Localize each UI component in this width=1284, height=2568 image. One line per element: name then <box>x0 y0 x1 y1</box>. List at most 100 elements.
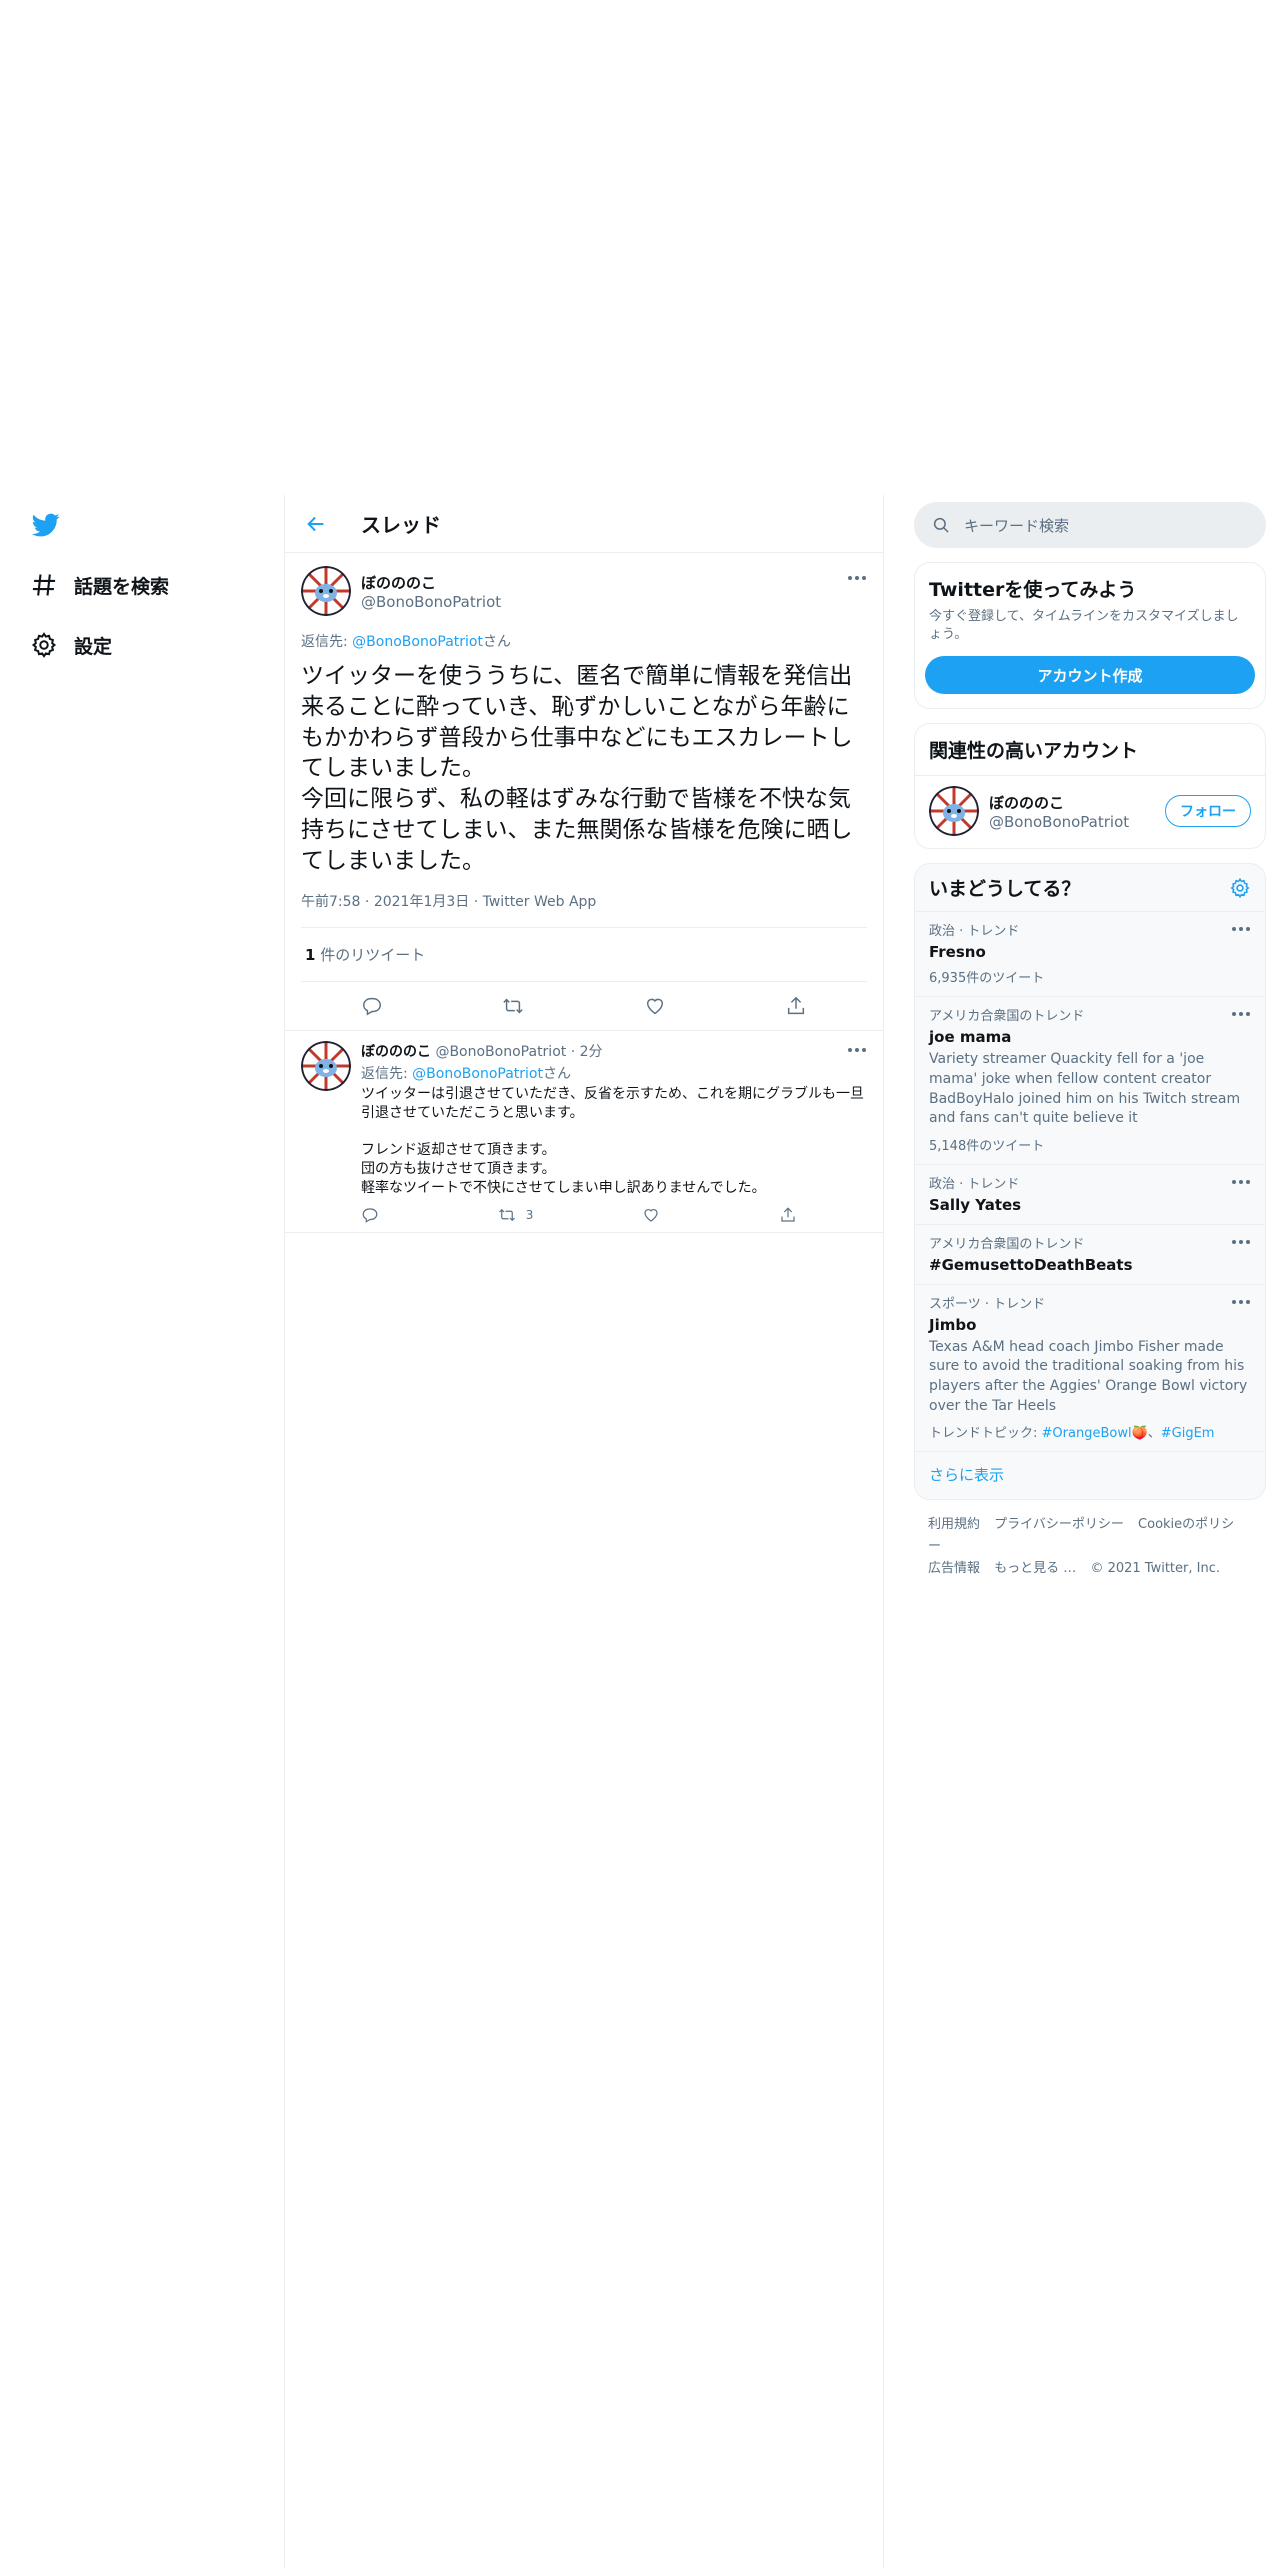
twitter-logo-icon[interactable] <box>30 511 62 539</box>
page-title: スレッド <box>361 513 441 537</box>
footer-links: 利用規約 プライバシーポリシー Cookieのポリシー 広告情報 もっと見る …… <box>914 1500 1266 1580</box>
signup-card: Twitterを使ってみよう 今すぐ登録して、タイムラインをカスタマイズしましょ… <box>914 562 1266 710</box>
retweet-count-row[interactable]: 1 件のリツイート <box>301 928 867 982</box>
footer-link[interactable]: 利用規約 <box>928 1517 980 1532</box>
topic-link[interactable]: #OrangeBowl <box>1042 1426 1132 1441</box>
trend-context: 政治 · トレンド <box>929 924 1020 940</box>
reply-suffix: さん <box>482 634 511 650</box>
like-icon <box>644 1209 658 1222</box>
tweet-meta: 午前7:58 · 2021年1月3日 · Twitter Web App <box>301 891 867 928</box>
trend-name: Jimbo <box>929 1315 977 1334</box>
tweet-time[interactable]: 2分 <box>580 1044 603 1060</box>
more-options-icon[interactable] <box>1231 1179 1251 1185</box>
display-name[interactable]: ぼのののこ <box>361 572 501 593</box>
main-tweet: ぼのののこ @BonoBonoPatriot 返信先: @BonoBonoPat… <box>285 553 883 1031</box>
retweet-count: 1 <box>305 945 316 964</box>
footer-link[interactable]: プライバシーポリシー <box>994 1517 1124 1532</box>
display-name: ぼのののこ <box>989 793 1065 812</box>
nav-item-label: 設定 <box>74 635 113 658</box>
account-row[interactable]: ぼのののこ @BonoBonoPatriot フォロー <box>915 775 1265 848</box>
share-icon[interactable] <box>785 995 807 1017</box>
tweet-time[interactable]: 午前7:58 <box>301 894 360 910</box>
related-title: 関連性の高いアカウント <box>929 740 1139 763</box>
copyright: © 2021 Twitter, Inc. <box>1090 1561 1220 1577</box>
topic-link[interactable]: #GigEm <box>1161 1426 1215 1441</box>
gear-icon[interactable] <box>1229 877 1251 899</box>
footer-link[interactable]: もっと見る … <box>994 1561 1076 1576</box>
peach-emoji-icon: 🍑 <box>1131 1426 1148 1442</box>
trend-item[interactable]: スポーツ · トレンド Jimbo Texas A&M head coach J… <box>915 1285 1265 1453</box>
more-options-icon[interactable] <box>1231 1299 1251 1305</box>
search-input[interactable]: キーワード検索 <box>914 502 1266 548</box>
more-options-icon[interactable] <box>1231 1011 1251 1017</box>
trend-context: アメリカ合衆国のトレンド <box>929 1009 1085 1025</box>
tweet-text: ツイッターは引退させていただき、反省を示すため、これを期にグラブルも一旦引退させ… <box>361 1085 865 1197</box>
show-more-link[interactable]: さらに表示 <box>915 1452 1265 1499</box>
topics-label: トレンドトピック: <box>929 1426 1042 1442</box>
more-options-icon[interactable] <box>847 1047 867 1053</box>
nav-item-settings[interactable]: 設定 <box>30 625 112 665</box>
trend-description: Texas A&M head coach Jimbo Fisher made s… <box>929 1338 1248 1414</box>
trend-context: アメリカ合衆国のトレンド <box>929 1236 1085 1252</box>
trend-name: Sally Yates <box>929 1195 1022 1214</box>
avatar[interactable] <box>301 1040 351 1091</box>
reply-context: 返信先: @BonoBonoPatriotさん <box>301 631 867 651</box>
like-button[interactable] <box>642 1206 670 1224</box>
hashtag-icon <box>32 574 56 596</box>
trend-name: #GemusettoDeathBeats <box>929 1255 1133 1274</box>
reply-prefix: 返信先: <box>301 634 353 650</box>
tweet-date[interactable]: 2021年1月3日 <box>374 894 469 910</box>
trend-item[interactable]: アメリカ合衆国のトレンド joe mama Variety streamer Q… <box>915 997 1265 1165</box>
reply-icon <box>362 1208 378 1223</box>
more-options-icon[interactable] <box>1231 1239 1251 1245</box>
user-handle: @BonoBonoPatriot <box>989 812 1130 831</box>
avatar[interactable] <box>929 786 979 837</box>
footer-link[interactable]: 広告情報 <box>928 1561 980 1576</box>
retweet-count-label: 件のリツイート <box>315 945 426 964</box>
trend-topics: トレンドトピック: #OrangeBowl🍑、#GigEm <box>929 1422 1251 1441</box>
more-options-icon[interactable] <box>847 575 867 581</box>
trend-count: 6,935件のツイート <box>929 971 1045 987</box>
follow-button[interactable]: フォロー <box>1165 795 1251 828</box>
user-handle[interactable]: @BonoBonoPatriot <box>435 1044 566 1060</box>
display-name[interactable]: ぼのののこ <box>361 1044 431 1060</box>
trend-item[interactable]: 政治 · トレンド Fresno 6,935件のツイート <box>915 912 1265 998</box>
trend-context: 政治 · トレンド <box>929 1176 1020 1192</box>
more-options-icon[interactable] <box>1231 926 1251 932</box>
trend-item[interactable]: 政治 · トレンド Sally Yates <box>915 1165 1265 1225</box>
create-account-button[interactable]: アカウント作成 <box>925 656 1255 695</box>
nav-item-label: 話題を検索 <box>74 575 170 598</box>
back-arrow-icon[interactable] <box>305 513 327 535</box>
gear-icon <box>31 632 57 658</box>
reply-icon[interactable] <box>361 995 383 1017</box>
whats-happening-card: いまどうしてる？ 政治 · トレンド Fresno 6,935件のツイート アメ… <box>914 863 1266 1501</box>
share-icon <box>781 1207 795 1222</box>
nav-item-explore[interactable]: 話題を検索 <box>30 565 169 605</box>
reply-tweet[interactable]: ぼのののこ @BonoBonoPatriot · 2分 返信先: @BonoBo… <box>285 1031 883 1234</box>
reply-context: 返信先: @BonoBonoPatriotさん <box>361 1063 867 1083</box>
retweet-icon[interactable] <box>502 995 524 1017</box>
signup-title: Twitterを使ってみよう <box>929 579 1137 601</box>
trend-context: スポーツ · トレンド <box>929 1296 1046 1312</box>
retweet-count: 3 <box>525 1208 534 1223</box>
reply-button[interactable] <box>361 1206 389 1224</box>
reply-to-link[interactable]: @BonoBonoPatriot <box>352 634 483 650</box>
retweet-icon <box>498 1208 515 1222</box>
like-icon[interactable] <box>644 995 666 1017</box>
signup-text: 今すぐ登録して、タイムラインをカスタマイズしましょう。 <box>929 609 1239 643</box>
reply-header: ぼのののこ @BonoBonoPatriot · 2分 <box>361 1043 603 1060</box>
tweet-actions: 3 <box>361 1206 867 1224</box>
avatar[interactable] <box>301 566 351 616</box>
tweet-text: ツイッターを使ううちに、匿名で簡単に情報を発信出来ることに酔っていき、恥ずかしい… <box>301 663 853 874</box>
thread-header: スレッド <box>285 495 883 553</box>
tweet-source[interactable]: Twitter Web App <box>483 894 597 910</box>
share-button[interactable] <box>779 1206 807 1224</box>
trend-description: Variety streamer Quackity fell for a 'jo… <box>929 1051 1241 1127</box>
reply-suffix: さん <box>542 1065 571 1082</box>
trend-item[interactable]: アメリカ合衆国のトレンド #GemusettoDeathBeats <box>915 1225 1265 1285</box>
reply-to-link[interactable]: @BonoBonoPatriot <box>412 1066 543 1082</box>
whats-happening-title: いまどうしてる？ <box>929 878 1081 901</box>
retweet-button[interactable]: 3 <box>498 1206 534 1224</box>
reply-prefix: 返信先: <box>361 1065 413 1082</box>
user-handle[interactable]: @BonoBonoPatriot <box>361 593 501 611</box>
